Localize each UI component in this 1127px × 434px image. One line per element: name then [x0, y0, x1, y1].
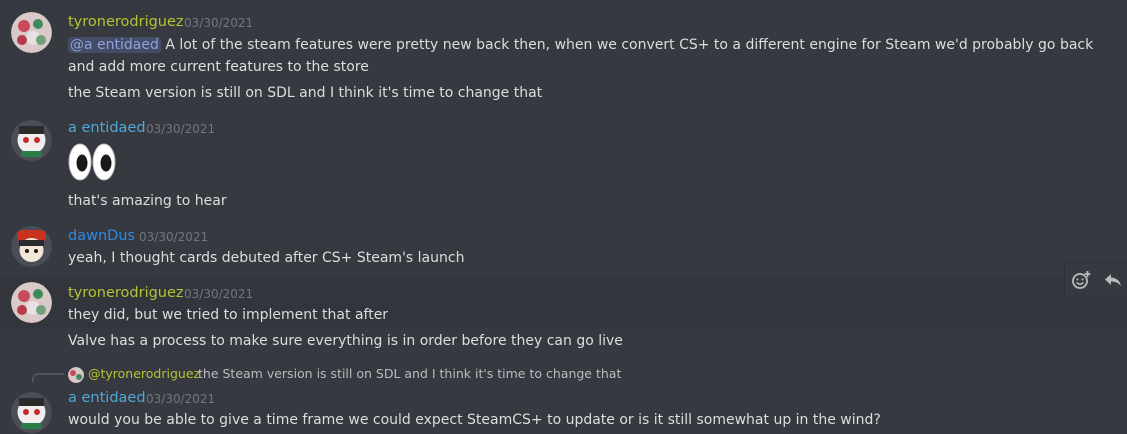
- message-text: that's amazing to hear: [68, 193, 227, 209]
- message-group[interactable]: tyronerodriguez 03/30/2021 they did, but…: [0, 278, 1127, 328]
- author-name[interactable]: dawnDus: [68, 228, 135, 244]
- timestamp: 03/30/2021: [146, 392, 216, 406]
- user-mention[interactable]: @a entidaed: [68, 37, 161, 53]
- message-toolbar: [1064, 262, 1127, 298]
- author-name[interactable]: a entidaed: [68, 120, 146, 136]
- avatar[interactable]: [11, 12, 52, 53]
- reply-avatar[interactable]: [68, 367, 84, 383]
- reply-author[interactable]: @tyronerodriguez: [88, 366, 200, 381]
- timestamp: 03/30/2021: [139, 230, 209, 244]
- add-reaction-icon[interactable]: [1069, 268, 1093, 292]
- avatar[interactable]: [11, 392, 52, 433]
- message-text: Valve has a process to make sure everyth…: [68, 333, 623, 349]
- author-name[interactable]: tyronerodriguez: [68, 14, 184, 30]
- reply-icon[interactable]: [1101, 268, 1125, 292]
- message-text: they did, but we tried to implement that…: [68, 307, 389, 323]
- message-text: yeah, I thought cards debuted after CS+ …: [68, 250, 465, 266]
- timestamp: 03/30/2021: [184, 287, 254, 301]
- timestamp: 03/30/2021: [146, 122, 216, 136]
- message-group: dawnDus 03/30/2021 yeah, I thought cards…: [0, 220, 1127, 275]
- reply-connector: [32, 373, 64, 382]
- avatar[interactable]: [11, 120, 52, 161]
- eyes-emoji-icon[interactable]: [68, 142, 118, 182]
- reply-preview[interactable]: the Steam version is still on SDL and I …: [198, 366, 621, 381]
- message-group: tyronerodriguez 03/30/2021 @a entidaed A…: [0, 0, 1127, 112]
- message-text: the Steam version is still on SDL and I …: [68, 85, 543, 101]
- author-name[interactable]: a entidaed: [68, 390, 146, 406]
- message-text: @a entidaed A lot of the steam features …: [68, 34, 1123, 78]
- message-group: a entidaed 03/30/2021 would you be able …: [0, 384, 1127, 434]
- avatar[interactable]: [11, 226, 52, 267]
- author-name[interactable]: tyronerodriguez: [68, 285, 184, 301]
- message-body: A lot of the steam features were pretty …: [68, 37, 1094, 75]
- avatar[interactable]: [11, 282, 52, 323]
- timestamp: 03/30/2021: [184, 16, 254, 30]
- message-text: would you be able to give a time frame w…: [68, 412, 881, 428]
